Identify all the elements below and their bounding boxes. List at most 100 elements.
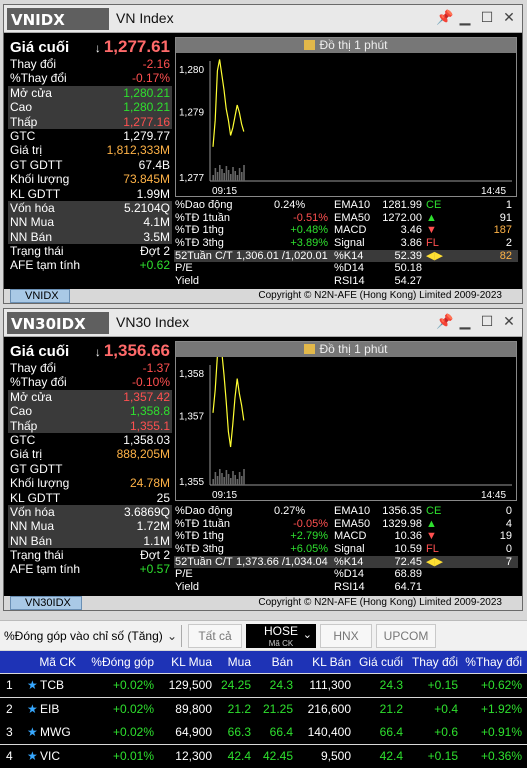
volume-bar bbox=[234, 475, 236, 485]
volume-bar bbox=[221, 473, 223, 485]
volume-bar bbox=[236, 479, 239, 485]
col-header[interactable]: Bán bbox=[251, 651, 293, 673]
table-row[interactable]: 2 ★ EIB +0.02% 89,800 21.2 21.25 216,600 21.2 +0.… bbox=[0, 697, 527, 721]
tab-all[interactable]: Tất cả bbox=[188, 624, 242, 648]
dropdown-value: %Đóng góp vào chỉ số (Tăng) bbox=[4, 629, 163, 643]
index-code[interactable]: VN30IDX bbox=[7, 312, 109, 334]
down-arrow-icon: ↓ bbox=[94, 345, 101, 359]
summary-row: KL GDTT 25 bbox=[8, 491, 172, 505]
summary-label: Khối lượng bbox=[10, 172, 70, 187]
cell-kl-mua: 64,900 bbox=[175, 725, 212, 739]
summary-row: NN Mua 1.72M bbox=[8, 519, 172, 534]
y-tick-label: 1,358 bbox=[179, 369, 204, 380]
down-arrow-icon: ↓ bbox=[94, 41, 101, 55]
maximize-icon[interactable]: ☐ bbox=[480, 313, 494, 330]
stat-label: %TĐ 3thg bbox=[175, 543, 224, 556]
left-right-arrows-icon: ◀▶ bbox=[426, 249, 443, 262]
summary-label: Thấp bbox=[10, 418, 38, 433]
stat-value: 1329.98 bbox=[382, 517, 422, 530]
tab-upcom[interactable]: UPCOM bbox=[376, 624, 436, 648]
col-header[interactable]: %Đóng góp bbox=[82, 651, 154, 673]
volume-bar bbox=[236, 175, 239, 181]
stat-value: +3.89% bbox=[290, 237, 328, 250]
close-icon[interactable]: ✕ bbox=[502, 9, 516, 26]
summary-rows: Thay đổi -2.16 %Thay đổi -0.17% Mở cửa 1,280.… bbox=[8, 57, 172, 273]
summary-label: Trạng thái bbox=[10, 244, 64, 259]
summary-value: 1,280.21 bbox=[123, 100, 170, 115]
summary-label: GT GDTT bbox=[10, 157, 63, 172]
window-footer: VNIDX Copyright © N2N-AFE (Hong Kong) Li… bbox=[4, 289, 522, 303]
summary-label: Giá trị bbox=[10, 143, 43, 158]
col-header[interactable]: Giá cuối bbox=[351, 651, 403, 673]
intraday-chart[interactable]: Đồ thị 1 phút 1,358 1,357 1,355 09:15 14:45 bbox=[175, 340, 517, 501]
summary-value: -0.17% bbox=[131, 71, 170, 86]
summary-row: Cao 1,358.8 bbox=[8, 404, 172, 419]
stat-value: 3.86 bbox=[400, 237, 422, 250]
cell-kl-mua: 89,800 bbox=[175, 701, 212, 716]
last-price-value: 1,277.61 bbox=[103, 37, 170, 56]
stat-label: %TĐ 1thg bbox=[175, 224, 224, 237]
maximize-icon[interactable]: ☐ bbox=[480, 9, 494, 26]
stat-label: MACD bbox=[334, 530, 367, 543]
pin-icon[interactable]: 📌 bbox=[436, 313, 453, 330]
col-header[interactable]: Mua bbox=[212, 651, 251, 673]
table-row[interactable]: 3 ★ MWG +0.02% 64,900 66.3 66.4 140,400 66.4 +0.6… bbox=[0, 721, 527, 744]
stat-value: 1 bbox=[505, 199, 512, 211]
cell-kl-ban: 9,500 bbox=[320, 748, 351, 763]
cell-gia: 42.4 bbox=[379, 748, 403, 763]
x-tick-label: 14:45 bbox=[481, 186, 506, 196]
copyright: Copyright © N2N-AFE (Hong Kong) Limited … bbox=[258, 290, 502, 301]
col-header[interactable]: KL Mua bbox=[154, 651, 212, 673]
footer-tab[interactable]: VNIDX bbox=[10, 289, 70, 303]
minimize-icon[interactable]: ▁ bbox=[458, 9, 472, 26]
stat-label: RSI14 bbox=[334, 275, 365, 288]
summary-value: -1.37 bbox=[142, 361, 170, 375]
table-row[interactable]: 4 ★ VIC +0.01% 12,300 42.4 42.45 9,500 42.4 +0.15… bbox=[0, 744, 527, 768]
col-header[interactable]: KL Bán bbox=[293, 651, 351, 673]
summary-label: Giá trị bbox=[10, 447, 43, 462]
summary-row: Mở cửa 1,280.21 bbox=[8, 85, 172, 101]
stat-label: Yield bbox=[175, 275, 200, 288]
stat-value: 2 bbox=[505, 237, 512, 250]
window-titlebar[interactable]: VNIDX VN Index 📌 ▁ ☐ ✕ bbox=[4, 5, 522, 33]
volume-bar bbox=[212, 479, 214, 485]
col-header[interactable]: %Thay đổi bbox=[458, 651, 522, 673]
price-line bbox=[212, 340, 245, 448]
index-summary: Giá cuối ↓ 1,356.66 Thay đổi -1.37 %Thay đổ… bbox=[8, 341, 172, 577]
table-row[interactable]: 1 ★ TCB +0.02% 129,500 24.25 24.3 111,300 24.3 +0… bbox=[0, 674, 527, 697]
footer-tab[interactable]: VN30IDX bbox=[10, 596, 82, 610]
volume-bar bbox=[241, 476, 243, 485]
cell-mua: 42.4 bbox=[227, 748, 251, 763]
stat-label: Signal bbox=[334, 543, 365, 556]
y-tick-label: 1,357 bbox=[179, 411, 204, 422]
summary-row: Thấp 1,277.16 bbox=[8, 114, 172, 129]
index-code[interactable]: VNIDX bbox=[7, 8, 109, 30]
pin-icon[interactable]: 📌 bbox=[436, 9, 453, 26]
intraday-chart[interactable]: Đồ thị 1 phút 1,280 1,279 1,277 09:15 14:45 bbox=[175, 37, 517, 197]
stat-label: P/E bbox=[175, 568, 193, 581]
summary-label: KL GDTT bbox=[10, 186, 61, 201]
cell-td: +0.6 bbox=[434, 725, 458, 739]
tab-hnx[interactable]: HNX bbox=[320, 624, 372, 648]
volume-bar bbox=[243, 469, 245, 485]
col-header[interactable]: Thay đổi bbox=[403, 651, 458, 673]
cell-kl-ban: 216,600 bbox=[307, 701, 351, 716]
close-icon[interactable]: ✕ bbox=[502, 313, 516, 330]
summary-label: AFE tạm tính bbox=[10, 562, 81, 577]
tab-hose[interactable]: HOSE Mã CK ⌄ bbox=[246, 624, 316, 648]
cell-ban: 66.4 bbox=[269, 725, 293, 739]
window-titlebar[interactable]: VN30IDX VN30 Index 📌 ▁ ☐ ✕ bbox=[4, 309, 522, 337]
summary-row: Vốn hóa 5.2104Q bbox=[8, 200, 172, 216]
up-triangle-icon: ▲ bbox=[426, 211, 437, 224]
last-price-label: Giá cuối bbox=[10, 342, 70, 360]
summary-value: 24.78M bbox=[129, 476, 170, 491]
summary-row: NN Bán 3.5M bbox=[8, 229, 172, 245]
stat-label: MACD bbox=[334, 224, 367, 237]
summary-label: Vốn hóa bbox=[10, 504, 55, 519]
minimize-icon[interactable]: ▁ bbox=[458, 313, 472, 330]
stock-code: VIC bbox=[40, 748, 61, 763]
vnindex-window: VNIDX VN Index 📌 ▁ ☐ ✕ Giá cuối ↓ 1,277.6… bbox=[3, 4, 523, 304]
ranking-dropdown[interactable]: %Đóng góp vào chỉ số (Tăng) ⌄ bbox=[2, 625, 182, 647]
col-header[interactable]: Mã CK bbox=[30, 651, 76, 673]
cell-pct: +0.91% bbox=[480, 725, 522, 739]
